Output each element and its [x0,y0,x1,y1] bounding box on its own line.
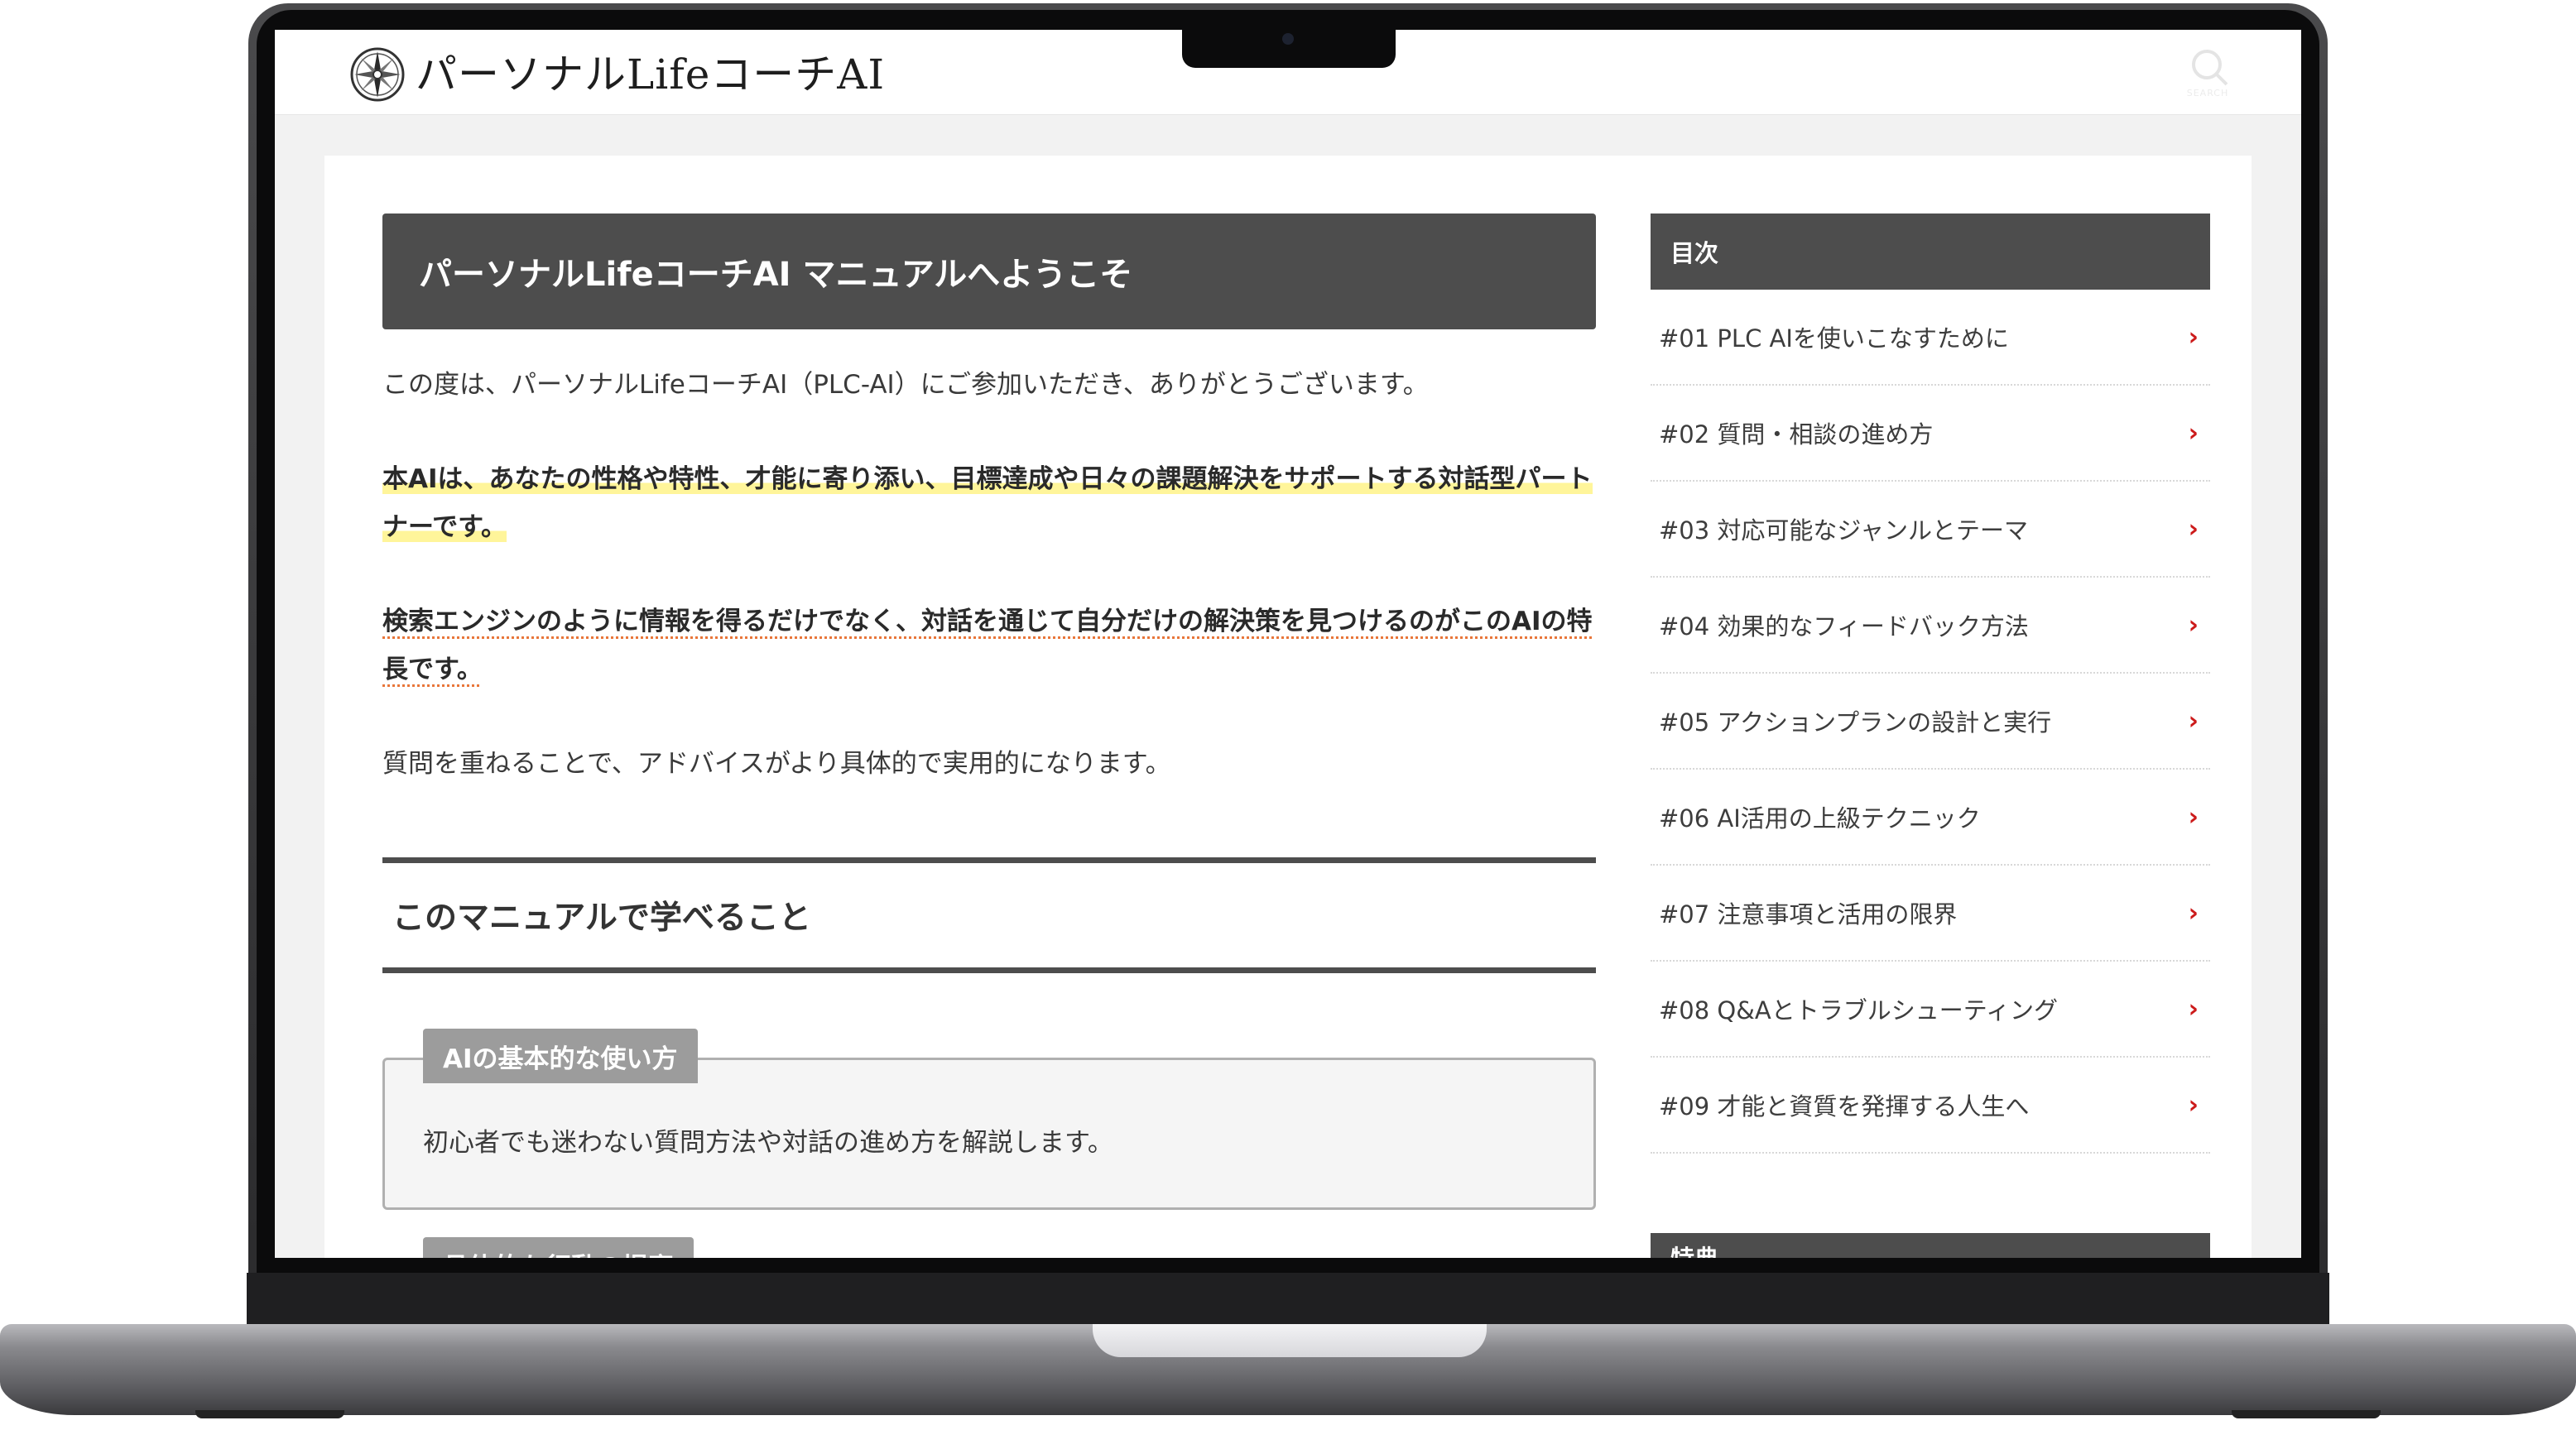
chevron-right-icon: › [2188,706,2199,736]
toc-item-label: #01 PLC AIを使いこなすために [1659,324,2009,353]
chevron-right-icon: › [2188,610,2199,640]
toc-item[interactable]: #07 注意事項と活用の限界 › [1651,866,2210,962]
caption-box-label: 具体的な行動の提案 [423,1237,694,1258]
toc-item-label: #07 注意事項と活用の限界 [1659,900,1958,929]
chevron-right-icon: › [2188,514,2199,544]
dotted-underline-text: 検索エンジンのように情報を得るだけでなく、対話を通じて自分だけの解決策を見つける… [382,607,1593,684]
caption-box-label: AIの基本的な使い方 [423,1029,698,1083]
article: パーソナルLifeコーチAI マニュアルへようこそ この度は、パーソナルLife… [382,214,1596,1258]
toc-item-label: #05 アクションプランの設計と実行 [1659,708,2052,737]
search-label: SEARCH [2186,88,2229,98]
content-area: パーソナルLifeコーチAI マニュアルへようこそ この度は、パーソナルLife… [324,156,2252,1258]
toc-item[interactable]: #05 アクションプランの設計と実行 › [1651,674,2210,770]
chevron-right-icon: › [2188,322,2199,352]
widget-title: 特典 [1651,1233,2210,1258]
laptop-foot-right [2232,1410,2381,1418]
toc-item[interactable]: #01 PLC AIを使いこなすために › [1651,290,2210,386]
toc-item-label: #06 AI活用の上級テクニック [1659,804,1981,833]
browser-screen: パーソナルLifeコーチAI SEARCH パーソナルLifeコーチAI マニュ… [275,30,2301,1258]
laptop-foot-left [195,1410,344,1418]
chevron-right-icon: › [2188,802,2199,832]
compass-icon[interactable] [349,46,406,103]
highlight-text-1: 本AIは、あなたの性格や特性、才能に寄り添い、目標達成や日々の課題解決をサポート… [382,455,1596,551]
toc-list: #01 PLC AIを使いこなすために › #02 質問・相談の進め方 › #03 … [1651,290,2210,1154]
caption-box: AIの基本的な使い方 初心者でも迷わない質問方法や対話の進め方を解説します。 [382,1029,1596,1210]
toc-title: 目次 [1651,214,2210,290]
laptop-hinge [1093,1324,1487,1357]
toc-item[interactable]: #03 対応可能なジャンルとテーマ › [1651,482,2210,578]
toc-item-label: #08 Q&Aとトラブルシューティング [1659,996,2058,1025]
toc-item-label: #02 質問・相談の進め方 [1659,420,1934,449]
page-title: パーソナルLifeコーチAI マニュアルへようこそ [382,214,1596,329]
chevron-right-icon: › [2188,1090,2199,1120]
toc-item[interactable]: #06 AI活用の上級テクニック › [1651,770,2210,866]
camera-icon [1282,33,1294,45]
caption-box-text: 初心者でも迷わない質問方法や対話の進め方を解説します。 [423,1128,1113,1158]
sidebar: 目次 #01 PLC AIを使いこなすために › #02 質問・相談の進め方 › #… [1651,214,2210,1258]
chevron-right-icon: › [2188,418,2199,448]
toc-item[interactable]: #08 Q&Aとトラブルシューティング › [1651,962,2210,1058]
site-title[interactable]: パーソナルLifeコーチAI [416,41,885,101]
toc-item[interactable]: #09 才能と資質を発揮する人生へ › [1651,1058,2210,1154]
toc-item[interactable]: #02 質問・相談の進め方 › [1651,386,2210,482]
laptop-chin [247,1273,2329,1327]
intro-text: この度は、パーソナルLifeコーチAI（PLC-AI）にご参加いただき、ありがと… [382,370,1429,400]
highlight-marker-1: 本AIは、あなたの性格や特性、才能に寄り添い、目標達成や日々の課題解決をサポート… [382,464,1593,542]
chevron-right-icon: › [2188,994,2199,1024]
section-heading: このマニュアルで学べること [382,857,1596,973]
highlight-text-2: 検索エンジンのように情報を得るだけでなく、対話を通じて自分だけの解決策を見つける… [382,597,1596,693]
chevron-right-icon: › [2188,898,2199,928]
toc-item[interactable]: #04 効果的なフィードバック方法 › [1651,578,2210,674]
toc-item-label: #04 効果的なフィードバック方法 [1659,612,2029,641]
toc-item-label: #03 対応可能なジャンルとテーマ [1659,516,2028,545]
note-text: 質問を重ねることで、アドバイスがより具体的で実用的になります。 [382,749,1171,779]
toc-item-label: #09 才能と資質を発揮する人生へ [1659,1092,2030,1120]
